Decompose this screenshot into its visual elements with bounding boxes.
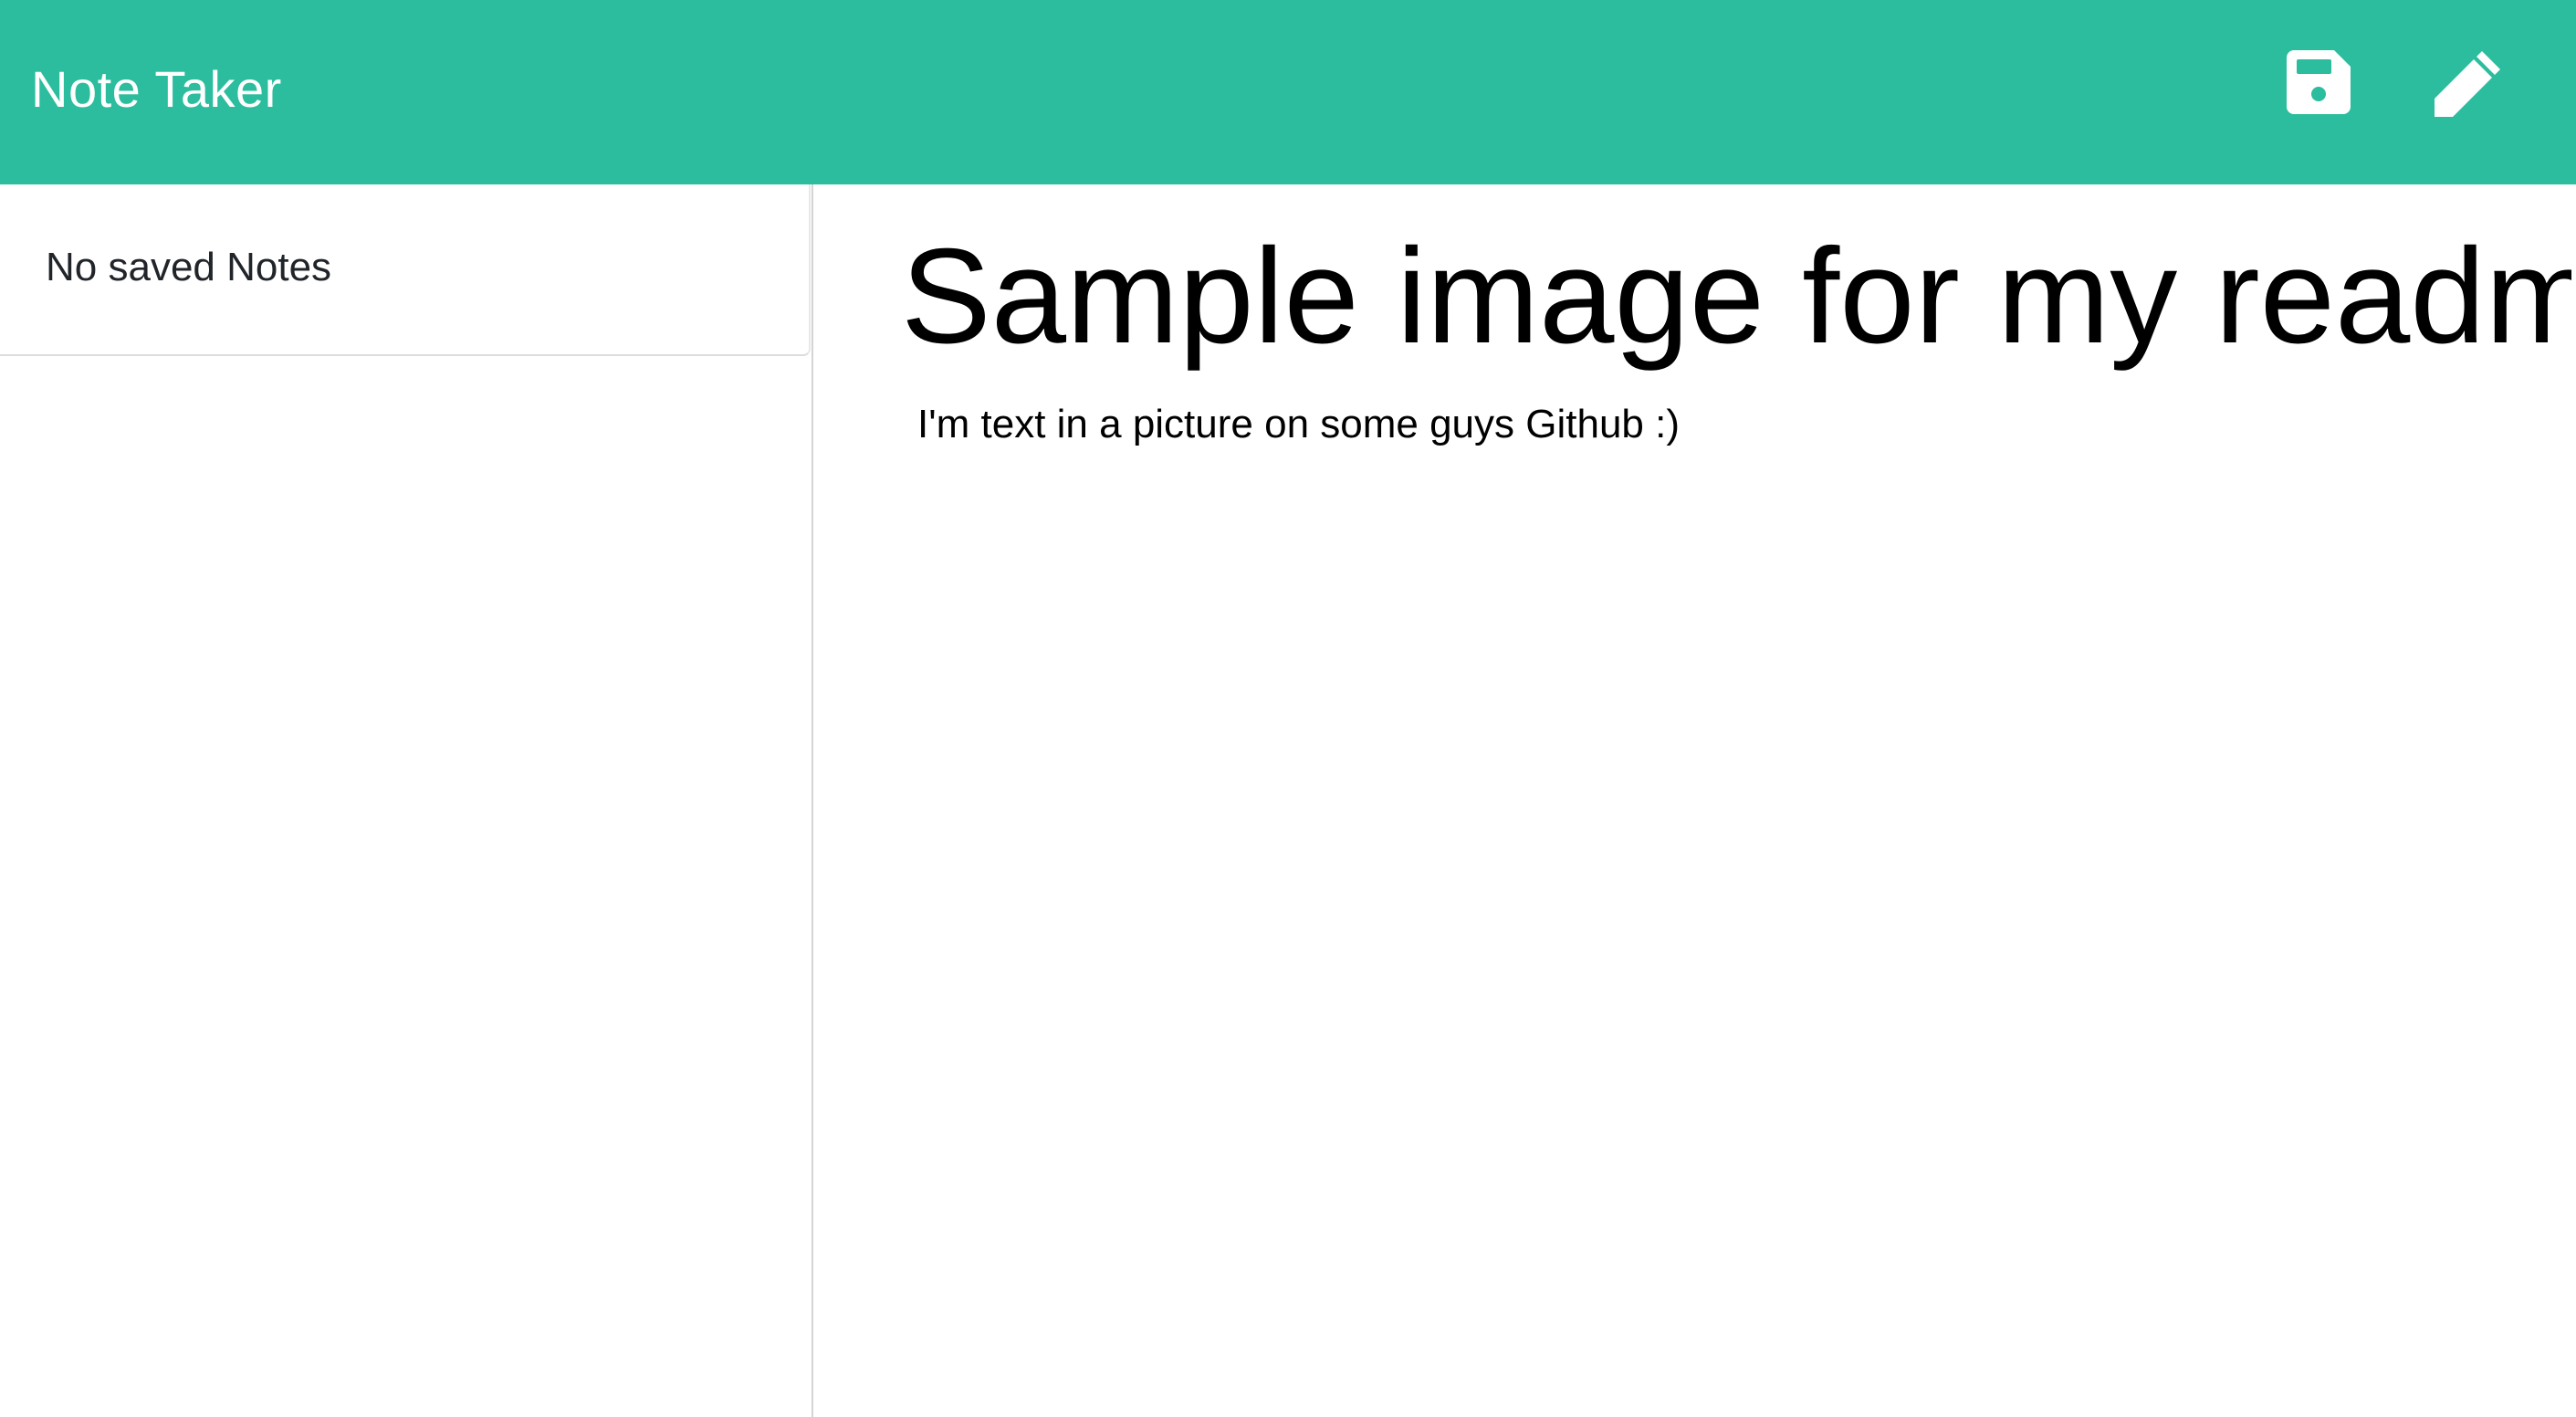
empty-notes-message: No saved Notes (46, 245, 332, 289)
note-editor: Sample image for my readme I'm text in a… (815, 184, 2576, 1417)
save-icon[interactable] (2287, 50, 2351, 114)
note-list-item: No saved Notes (0, 184, 811, 356)
navbar: Note Taker (0, 0, 2576, 184)
sidebar: No saved Notes (0, 184, 813, 1417)
note-title-input[interactable]: Sample image for my readme (901, 219, 2571, 374)
app-title[interactable]: Note Taker (31, 58, 282, 121)
pencil-icon[interactable] (2433, 46, 2506, 119)
note-text-area[interactable]: I'm text in a picture on some guys Githu… (917, 400, 2560, 449)
